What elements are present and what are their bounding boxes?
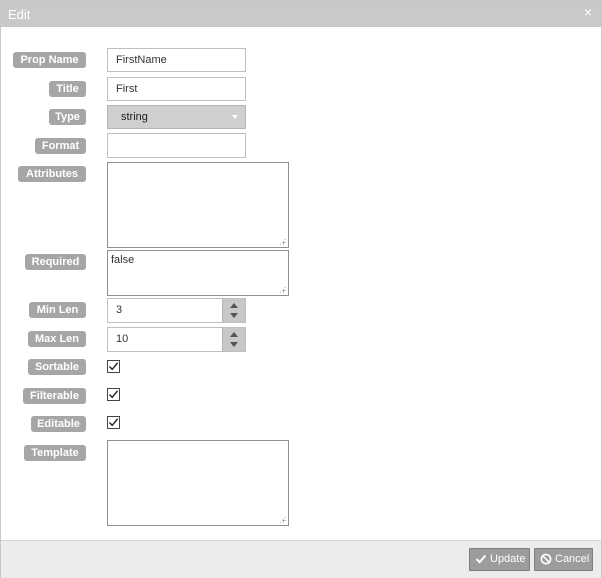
type-select[interactable]: string — [107, 105, 246, 129]
chevron-down-icon — [232, 115, 238, 119]
editable-checkbox[interactable] — [107, 416, 120, 429]
format-input[interactable] — [107, 133, 246, 158]
arrow-up-icon — [230, 303, 238, 308]
check-icon — [475, 554, 487, 564]
title-input[interactable]: First — [107, 77, 246, 101]
spin-down-button[interactable] — [223, 340, 245, 351]
arrow-down-icon — [230, 313, 238, 318]
format-label: Format — [35, 138, 86, 154]
min-len-value: 3 — [116, 304, 123, 316]
spin-down-button[interactable] — [223, 311, 245, 322]
title-bar: Edit × — [1, 1, 601, 27]
prop-name-input[interactable]: FirstName — [107, 48, 246, 72]
required-label: Required — [25, 254, 86, 270]
check-icon — [108, 418, 119, 427]
type-label: Type — [49, 109, 86, 125]
attributes-textarea[interactable] — [107, 162, 289, 248]
template-label: Template — [24, 445, 86, 461]
cancel-button-label: Cancel — [555, 553, 590, 565]
resize-grip-icon[interactable] — [279, 516, 286, 523]
update-button-label: Update — [490, 553, 526, 565]
arrow-down-icon — [230, 342, 238, 347]
max-len-label: Max Len — [28, 331, 86, 347]
sortable-label: Sortable — [28, 359, 86, 375]
max-len-spinner — [222, 328, 245, 351]
sortable-checkbox[interactable] — [107, 360, 120, 373]
arrow-up-icon — [230, 332, 238, 337]
cancel-icon — [540, 553, 552, 565]
close-icon[interactable]: × — [581, 4, 595, 20]
spin-up-button[interactable] — [223, 300, 245, 311]
max-len-value: 10 — [116, 333, 129, 345]
cancel-button[interactable]: Cancel — [534, 548, 593, 571]
check-icon — [108, 390, 119, 399]
type-select-value: string — [121, 111, 148, 123]
filterable-checkbox[interactable] — [107, 388, 120, 401]
editable-label: Editable — [31, 416, 86, 432]
required-value: false — [111, 254, 135, 266]
required-textarea[interactable]: false — [107, 250, 289, 296]
filterable-label: Filterable — [23, 388, 86, 404]
min-len-spinner — [222, 299, 245, 322]
check-icon — [108, 362, 119, 371]
title-label: Title — [49, 81, 86, 97]
update-button[interactable]: Update — [469, 548, 530, 571]
spin-up-button[interactable] — [223, 329, 245, 340]
resize-grip-icon[interactable] — [279, 286, 286, 293]
dialog-footer: Update Cancel — [1, 540, 601, 578]
edit-dialog: Edit × Prop Name FirstName Title First T… — [0, 0, 602, 578]
resize-grip-icon[interactable] — [279, 238, 286, 245]
max-len-stepper[interactable]: 10 — [107, 327, 246, 352]
attributes-label: Attributes — [18, 166, 86, 182]
min-len-label: Min Len — [29, 302, 86, 318]
min-len-stepper[interactable]: 3 — [107, 298, 246, 323]
prop-name-label: Prop Name — [13, 52, 86, 68]
template-textarea[interactable] — [107, 440, 289, 526]
dialog-title: Edit — [8, 7, 31, 22]
